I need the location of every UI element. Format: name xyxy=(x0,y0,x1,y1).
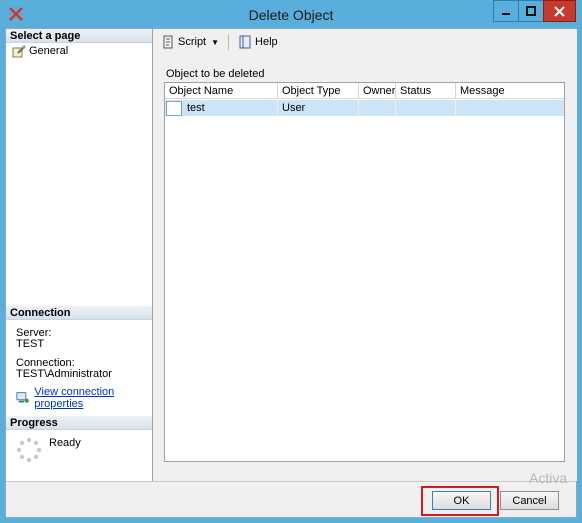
column-header-message[interactable]: Message xyxy=(456,83,564,99)
connection-heading: Connection xyxy=(6,306,152,320)
column-header-object-name[interactable]: Object Name xyxy=(165,83,278,99)
progress-status: Ready xyxy=(49,437,81,449)
left-pane: Select a page General Connection Server:… xyxy=(6,29,153,481)
cell-object-name: test xyxy=(165,100,278,116)
progress-spinner-icon xyxy=(16,437,42,463)
help-label: Help xyxy=(255,36,278,48)
help-book-icon xyxy=(239,35,251,49)
delete-object-window: Delete Object Select a page General Conn… xyxy=(0,0,582,523)
minimize-icon xyxy=(502,13,510,15)
page-item-label: General xyxy=(29,45,69,57)
dialog-client-area: Select a page General Connection Server:… xyxy=(5,28,577,518)
page-item-general[interactable]: General xyxy=(12,44,68,58)
column-header-owner[interactable]: Owner xyxy=(359,83,396,99)
grid-header: Object Name Object Type Owner Status Mes… xyxy=(165,83,564,99)
cell-status xyxy=(396,100,456,116)
general-page-content: Object to be deleted Object Name Object … xyxy=(154,55,577,481)
minimize-button[interactable] xyxy=(493,0,518,22)
progress-heading: Progress xyxy=(6,416,152,430)
dropdown-arrow-icon[interactable]: ▼ xyxy=(211,38,219,47)
cancel-button[interactable]: Cancel xyxy=(500,491,559,510)
cell-object-type: User xyxy=(278,100,359,116)
column-header-status[interactable]: Status xyxy=(396,83,456,99)
objects-caption: Object to be deleted xyxy=(166,68,265,80)
column-header-object-type[interactable]: Object Type xyxy=(278,83,359,99)
script-button[interactable]: Script ▼ xyxy=(159,32,221,52)
connection-properties-icon xyxy=(16,392,29,403)
connection-value: TEST\Administrator xyxy=(16,368,112,380)
maximize-button[interactable] xyxy=(518,0,543,22)
server-value: TEST xyxy=(16,338,45,350)
activation-watermark: Activa xyxy=(529,470,568,486)
script-icon xyxy=(163,35,173,49)
script-label: Script xyxy=(178,36,207,48)
view-connection-properties-link[interactable]: View connection properties xyxy=(34,386,152,410)
objects-grid[interactable]: Object Name Object Type Owner Status Mes… xyxy=(164,82,565,462)
close-icon xyxy=(554,5,565,17)
object-name-value: test xyxy=(187,102,205,114)
maximize-icon xyxy=(526,6,536,16)
row-selector[interactable] xyxy=(166,100,182,116)
view-connection-properties-row: View connection properties xyxy=(16,386,152,410)
table-row[interactable]: test User xyxy=(165,100,564,116)
toolbar: Script ▼ Help xyxy=(154,29,577,55)
cell-owner xyxy=(359,100,396,116)
dialog-footer: OK Cancel xyxy=(6,481,576,517)
title-bar[interactable]: Delete Object xyxy=(0,0,582,30)
help-button[interactable]: Help xyxy=(236,32,280,52)
wrench-page-icon xyxy=(12,44,26,57)
ok-button[interactable]: OK xyxy=(432,491,491,510)
close-button[interactable] xyxy=(543,0,576,22)
toolbar-separator xyxy=(228,34,230,50)
select-page-heading: Select a page xyxy=(6,29,152,43)
cell-message xyxy=(456,100,564,116)
